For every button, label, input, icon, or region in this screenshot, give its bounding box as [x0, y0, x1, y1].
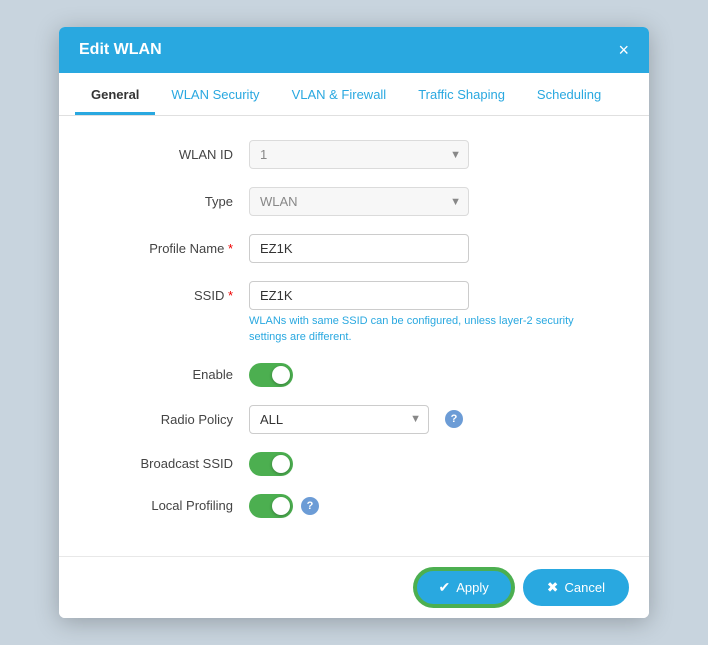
- overlay: Edit WLAN × General WLAN Security VLAN &…: [0, 0, 708, 645]
- tab-vlan-firewall[interactable]: VLAN & Firewall: [276, 73, 403, 115]
- cancel-icon: ✖: [547, 579, 559, 596]
- enable-row: Enable: [99, 363, 609, 387]
- profile-name-label: Profile Name: [99, 241, 249, 256]
- cancel-button[interactable]: ✖ Cancel: [523, 569, 629, 606]
- local-profiling-label: Local Profiling: [99, 498, 249, 513]
- wlan-id-row: WLAN ID 1 ▼: [99, 140, 609, 169]
- modal-header: Edit WLAN ×: [59, 27, 649, 73]
- broadcast-ssid-toggle[interactable]: [249, 452, 293, 476]
- ssid-section: SSID WLANs with same SSID can be configu…: [99, 281, 609, 345]
- enable-label: Enable: [99, 367, 249, 382]
- broadcast-ssid-label: Broadcast SSID: [99, 456, 249, 471]
- radio-policy-label: Radio Policy: [99, 412, 249, 427]
- modal-title: Edit WLAN: [79, 41, 162, 59]
- modal: Edit WLAN × General WLAN Security VLAN &…: [59, 27, 649, 618]
- apply-icon: ✔: [439, 579, 451, 596]
- tab-scheduling[interactable]: Scheduling: [521, 73, 617, 115]
- wlan-id-label: WLAN ID: [99, 147, 249, 162]
- tab-bar: General WLAN Security VLAN & Firewall Tr…: [59, 73, 649, 116]
- modal-close-button[interactable]: ×: [618, 41, 629, 59]
- ssid-row: SSID: [99, 281, 609, 310]
- radio-policy-select-wrapper: ALL 2.4GHz 5GHz ▼: [249, 405, 429, 434]
- apply-button[interactable]: ✔ Apply: [415, 569, 513, 606]
- ssid-hint: WLANs with same SSID can be configured, …: [249, 314, 609, 345]
- tab-wlan-security[interactable]: WLAN Security: [155, 73, 275, 115]
- wlan-id-select[interactable]: 1: [249, 140, 469, 169]
- profile-name-input[interactable]: [249, 234, 469, 263]
- wlan-id-select-wrapper: 1 ▼: [249, 140, 469, 169]
- enable-toggle[interactable]: [249, 363, 293, 387]
- cancel-label: Cancel: [565, 580, 605, 595]
- profile-name-row: Profile Name: [99, 234, 609, 263]
- ssid-input[interactable]: [249, 281, 469, 310]
- tab-traffic-shaping[interactable]: Traffic Shaping: [402, 73, 521, 115]
- broadcast-ssid-row: Broadcast SSID: [99, 452, 609, 476]
- type-select-wrapper: WLAN ▼: [249, 187, 469, 216]
- local-profiling-toggle[interactable]: [249, 494, 293, 518]
- tab-general[interactable]: General: [75, 73, 155, 115]
- type-row: Type WLAN ▼: [99, 187, 609, 216]
- type-select[interactable]: WLAN: [249, 187, 469, 216]
- type-label: Type: [99, 194, 249, 209]
- local-profiling-help-icon[interactable]: ?: [301, 497, 319, 515]
- radio-policy-select[interactable]: ALL 2.4GHz 5GHz: [249, 405, 429, 434]
- apply-label: Apply: [456, 580, 489, 595]
- ssid-label: SSID: [99, 288, 249, 303]
- radio-policy-row: Radio Policy ALL 2.4GHz 5GHz ▼ ?: [99, 405, 609, 434]
- modal-footer: ✔ Apply ✖ Cancel: [59, 556, 649, 618]
- radio-policy-help-icon[interactable]: ?: [445, 410, 463, 428]
- modal-body: WLAN ID 1 ▼ Type WLAN ▼: [59, 116, 649, 556]
- radio-policy-group: ALL 2.4GHz 5GHz ▼ ?: [249, 405, 463, 434]
- local-profiling-row: Local Profiling ?: [99, 494, 609, 518]
